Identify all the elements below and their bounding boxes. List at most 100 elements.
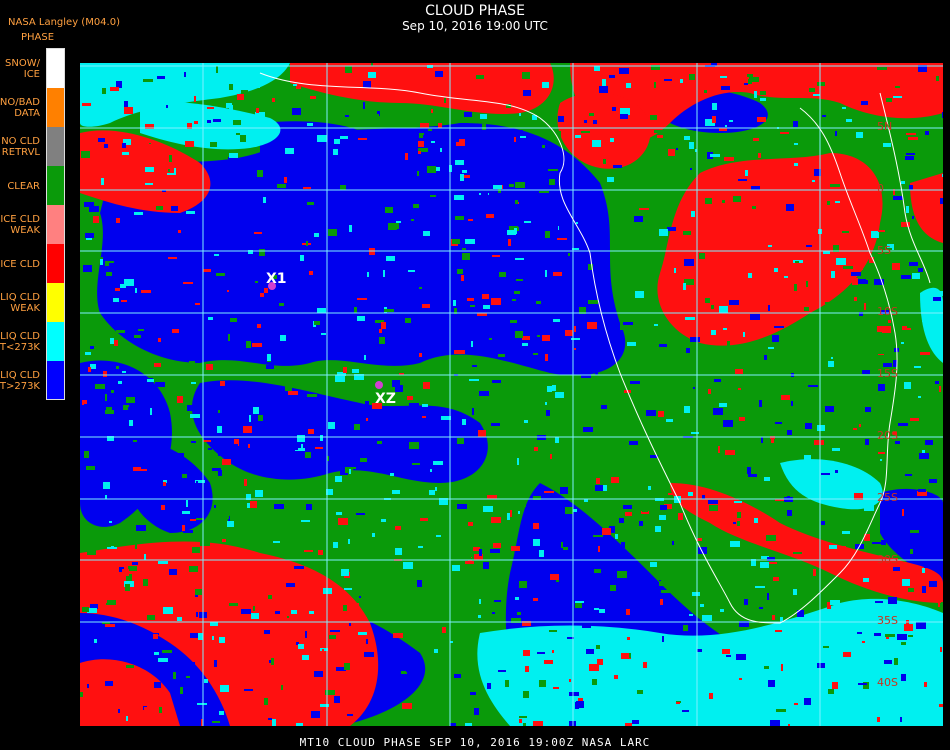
- speckle: [702, 615, 712, 621]
- speckle: [504, 89, 506, 93]
- speckle: [107, 699, 111, 703]
- speckle: [755, 87, 763, 90]
- speckle: [649, 144, 657, 151]
- speckle: [736, 654, 746, 660]
- speckle: [190, 519, 196, 521]
- speckle: [93, 92, 97, 99]
- speckle: [183, 282, 193, 284]
- speckle: [126, 397, 135, 403]
- speckle: [186, 500, 188, 507]
- speckle: [109, 263, 118, 266]
- speckle: [442, 627, 446, 633]
- speckle: [655, 526, 661, 532]
- speckle: [305, 631, 307, 638]
- speckle: [125, 584, 130, 591]
- speckle: [118, 709, 120, 713]
- speckle: [720, 609, 724, 612]
- speckle: [765, 190, 773, 194]
- speckle: [704, 90, 707, 93]
- speckle: [539, 680, 546, 687]
- speckle: [483, 562, 489, 569]
- speckle: [182, 511, 190, 514]
- speckle: [642, 509, 648, 512]
- speckle: [632, 493, 639, 495]
- speckle: [660, 116, 670, 121]
- speckle: [809, 88, 815, 92]
- speckle: [587, 590, 589, 597]
- speckle: [588, 300, 598, 304]
- speckle: [302, 655, 309, 660]
- speckle: [910, 418, 919, 421]
- speckle: [757, 117, 766, 122]
- speckle: [100, 259, 103, 265]
- speckle: [153, 634, 158, 639]
- speckle: [634, 216, 643, 222]
- speckle: [109, 521, 112, 523]
- speckle: [212, 626, 216, 629]
- speckle: [344, 588, 352, 590]
- speckle: [152, 403, 156, 406]
- speckle: [189, 566, 198, 572]
- speckle: [271, 658, 274, 665]
- speckle: [218, 453, 222, 456]
- speckle: [291, 517, 295, 521]
- speckle: [772, 335, 779, 342]
- speckle: [924, 682, 927, 687]
- speckle: [621, 542, 625, 548]
- speckle: [759, 607, 763, 609]
- speckle: [229, 105, 233, 111]
- speckle: [589, 113, 594, 116]
- speckle: [753, 138, 759, 141]
- speckle: [186, 211, 195, 214]
- speckle: [239, 108, 246, 110]
- speckle: [821, 680, 825, 686]
- speckle: [784, 177, 794, 184]
- speckle: [581, 634, 584, 639]
- speckle: [901, 181, 905, 184]
- speckle: [894, 402, 904, 404]
- speckle: [286, 583, 295, 587]
- speckle: [315, 447, 323, 449]
- speckle: [942, 174, 943, 177]
- speckle: [519, 581, 527, 588]
- speckle: [799, 376, 806, 382]
- speckle: [182, 525, 185, 531]
- cloud-phase-map[interactable]: 5N 0 5S 10S 15S 20S 25S 30S 35S 40S X1 XZ: [80, 63, 943, 726]
- speckle: [147, 615, 155, 620]
- speckle: [413, 571, 420, 573]
- speckle: [352, 603, 359, 609]
- speckle: [102, 88, 106, 94]
- speckle: [877, 717, 880, 722]
- speckle: [502, 381, 507, 388]
- speckle: [822, 115, 826, 117]
- speckle: [329, 635, 336, 639]
- speckle: [171, 206, 178, 211]
- speckle: [462, 419, 466, 425]
- speckle: [835, 201, 840, 203]
- speckle: [168, 169, 170, 172]
- speckle: [122, 569, 129, 576]
- speckle: [744, 83, 748, 85]
- speckle: [502, 362, 507, 367]
- speckle: [559, 358, 564, 363]
- speckle: [623, 638, 625, 644]
- speckle: [200, 540, 210, 546]
- speckle: [89, 206, 99, 212]
- speckle: [258, 203, 262, 206]
- speckle: [592, 140, 601, 147]
- speckle: [542, 335, 550, 341]
- speckle: [669, 309, 679, 312]
- speckle: [430, 123, 432, 125]
- speckle: [686, 524, 688, 530]
- speckle: [940, 647, 942, 652]
- speckle: [217, 426, 222, 433]
- speckle: [229, 603, 238, 606]
- speckle: [498, 536, 506, 542]
- speckle: [314, 233, 319, 237]
- speckle: [87, 548, 96, 555]
- speckle: [514, 228, 517, 234]
- speckle: [667, 227, 676, 231]
- speckle: [863, 578, 869, 582]
- speckle: [545, 270, 547, 277]
- speckle: [425, 112, 428, 114]
